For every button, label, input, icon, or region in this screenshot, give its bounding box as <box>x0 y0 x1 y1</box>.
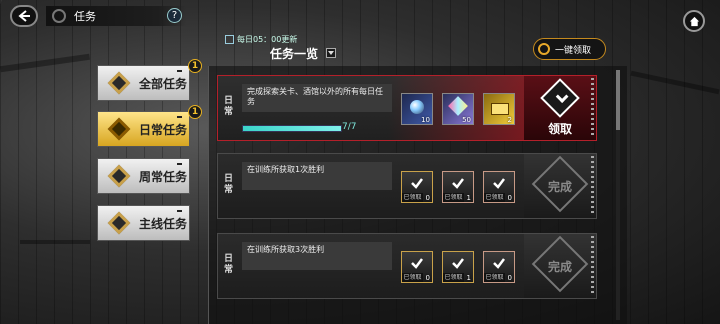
sidebar-item-main-tasks[interactable]: 主线任务 <box>97 205 190 241</box>
back-arrow-icon <box>18 10 30 22</box>
minus-icon <box>177 116 182 118</box>
checkmark-icon <box>493 178 505 189</box>
list-title: 任务一览 <box>270 47 319 61</box>
reward-claimed: 已领取 0 <box>401 251 433 283</box>
task-description: 完成探索关卡、酒馆以外的所有每日任务 <box>242 84 392 112</box>
prism-icon <box>448 96 468 116</box>
help-button[interactable]: ? <box>167 8 182 23</box>
sidebar-item-weekly-tasks[interactable]: 周常任务 <box>97 158 190 194</box>
minus-icon <box>177 163 182 165</box>
bg-strut <box>0 53 90 73</box>
title-bar: 任务 <box>46 6 186 26</box>
task-row: 日常 在训练所获取1次胜利 已领取 0 已领取 1 已领取 0 完成 <box>217 153 597 219</box>
minus-icon <box>177 210 182 212</box>
claimed-tag: 已领取 <box>402 193 423 202</box>
task-emblem-icon <box>107 117 131 141</box>
sidebar-item-all-tasks[interactable]: 全部任务 <box>97 65 190 101</box>
sidebar-item-label: 全部任务 <box>139 76 188 91</box>
ticket-icon <box>491 103 509 115</box>
reward-claimed: 已领取 0 <box>483 171 515 203</box>
task-progress-bar <box>242 125 342 132</box>
reward-claimed: 已领取 1 <box>442 251 474 283</box>
back-button[interactable] <box>10 5 38 27</box>
reward-count: 0 <box>507 194 512 202</box>
crystal-icon <box>410 100 424 114</box>
reward-count: 0 <box>425 194 430 202</box>
calendar-icon <box>225 35 234 44</box>
progress-fill <box>243 126 341 131</box>
page-title: 任务 <box>74 10 96 23</box>
task-row: 日常 完成探索关卡、酒馆以外的所有每日任务 7/7 10 50 2 领取 <box>217 75 597 141</box>
task-description: 在训练所获取3次胜利 <box>242 242 392 270</box>
checkmark-icon <box>452 178 464 189</box>
home-icon <box>689 16 699 26</box>
completed-label: 完成 <box>547 180 572 194</box>
claimed-tag: 已领取 <box>443 273 464 282</box>
claimed-tag: 已领取 <box>484 193 505 202</box>
reward-count: 50 <box>462 116 471 124</box>
claim-arrow-icon <box>540 78 580 118</box>
claim-all-label: 一键领取 <box>555 45 592 56</box>
task-category: 日常 <box>224 174 234 195</box>
checkmark-icon <box>493 258 505 269</box>
checkmark-icon <box>411 258 423 269</box>
claimed-tag: 已领取 <box>443 193 464 202</box>
completed-stamp: 完成 <box>524 154 596 218</box>
checkmark-icon <box>411 178 423 189</box>
task-emblem-icon <box>107 71 131 95</box>
reward-ticket[interactable]: 2 <box>483 93 515 125</box>
checkmark-icon <box>452 258 464 269</box>
claim-label: 领取 <box>547 122 572 136</box>
edge-decoration <box>591 156 594 216</box>
reward-count: 1 <box>466 194 471 202</box>
completed-label: 完成 <box>547 260 572 274</box>
reward-claimed: 已领取 1 <box>442 171 474 203</box>
reward-prism[interactable]: 50 <box>442 93 474 125</box>
task-row: 日常 在训练所获取3次胜利 已领取 0 已领取 1 已领取 0 完成 <box>217 233 597 299</box>
claimed-tag: 已领取 <box>402 273 423 282</box>
sidebar-item-label: 主线任务 <box>139 216 188 231</box>
completed-stamp: 完成 <box>524 234 596 298</box>
claim-all-button[interactable]: 一键领取 <box>533 38 606 60</box>
task-emblem-icon <box>107 211 131 235</box>
notification-badge: 1 <box>188 59 202 73</box>
bg-strut <box>20 240 90 244</box>
claimed-tag: 已领取 <box>484 273 505 282</box>
reward-count: 0 <box>425 274 430 282</box>
home-button[interactable] <box>683 10 705 32</box>
sidebar-item-daily-tasks[interactable]: 日常任务 <box>97 111 190 147</box>
reward-claimed: 已领取 0 <box>401 171 433 203</box>
reward-count: 1 <box>466 274 471 282</box>
reward-count: 10 <box>421 116 430 124</box>
scrollbar-thumb[interactable] <box>616 70 620 130</box>
reward-claimed: 已领取 0 <box>483 251 515 283</box>
reward-count: 0 <box>507 274 512 282</box>
task-category: 日常 <box>224 254 234 275</box>
task-description: 在训练所获取1次胜利 <box>242 162 392 190</box>
sidebar-item-label: 日常任务 <box>139 122 188 137</box>
reward-crystal[interactable]: 10 <box>401 93 433 125</box>
task-category: 日常 <box>224 96 234 117</box>
update-info: 每日05：00更新 <box>225 34 297 45</box>
bg-strut <box>630 70 720 95</box>
edge-decoration <box>591 236 594 296</box>
notification-badge: 1 <box>188 105 202 119</box>
update-time-text: 每日05：00更新 <box>237 35 298 44</box>
reward-count: 2 <box>507 116 512 124</box>
claim-icon <box>538 43 550 55</box>
task-progress-text: 7/7 <box>342 122 357 132</box>
task-emblem-icon <box>107 164 131 188</box>
gear-icon <box>52 9 66 23</box>
edge-decoration <box>591 78 594 138</box>
claim-button[interactable]: 领取 <box>524 76 596 140</box>
filter-dropdown[interactable] <box>326 48 336 58</box>
sidebar-item-label: 周常任务 <box>139 169 188 184</box>
minus-icon <box>177 70 182 72</box>
